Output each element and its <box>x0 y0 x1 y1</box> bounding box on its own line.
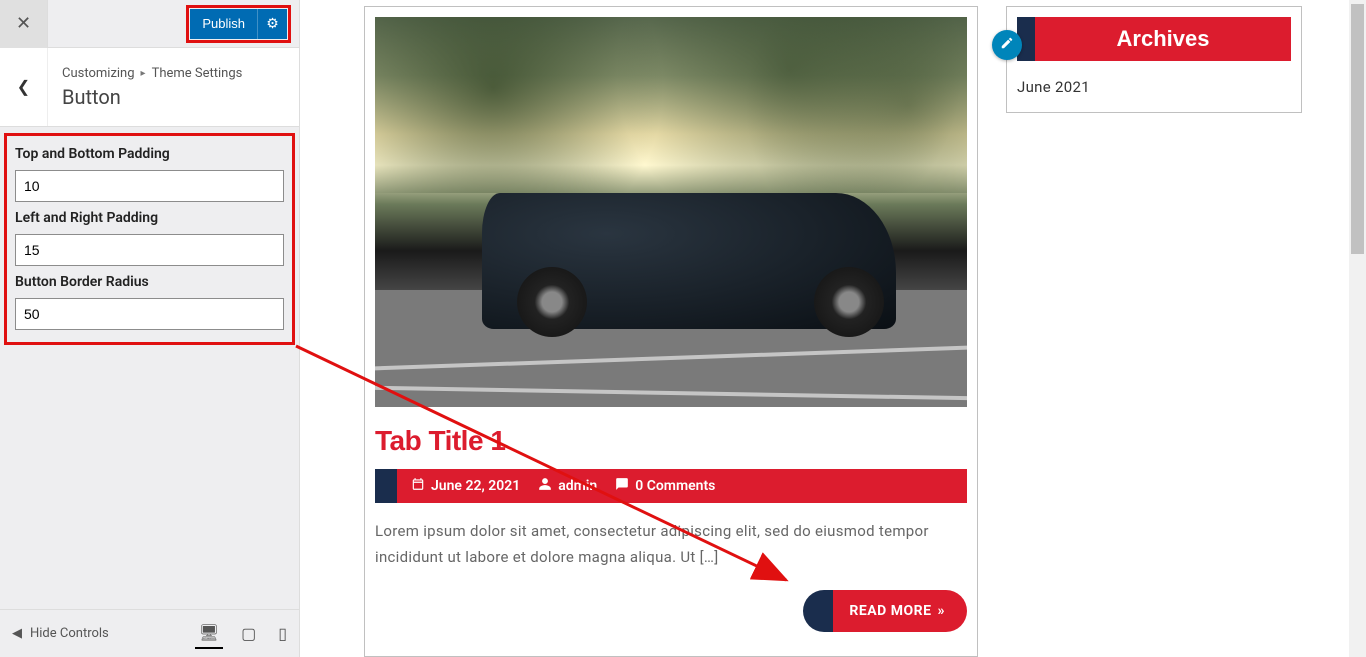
chevron-left-icon: ❮ <box>17 77 30 97</box>
post-card: Tab Title 1 June 22, 2021 <box>364 6 978 657</box>
scrollbar-track[interactable] <box>1349 0 1366 657</box>
publish-button[interactable]: Publish <box>190 9 257 39</box>
read-more-label: READ MORE <box>849 603 931 619</box>
input-border-radius[interactable] <box>15 298 284 330</box>
breadcrumb-text: Customizing ▸ Theme Settings Button <box>48 56 299 119</box>
sidebar-footer: ◀ Hide Controls 🖥 ▢ ▯ <box>0 609 299 657</box>
gear-icon: ⚙ <box>266 15 279 32</box>
breadcrumb-section: Theme Settings <box>152 66 243 81</box>
field-label-top-bottom-padding: Top and Bottom Padding <box>15 146 284 162</box>
device-mobile-button[interactable]: ▯ <box>274 620 291 648</box>
post-featured-image[interactable] <box>375 17 967 407</box>
tablet-icon: ▢ <box>241 626 256 643</box>
post-date[interactable]: June 22, 2021 <box>411 477 520 495</box>
controls-highlight-annotation: Top and Bottom Padding Left and Right Pa… <box>4 133 295 345</box>
section-title: Button <box>62 85 285 109</box>
widget-title: Archives <box>1035 17 1291 61</box>
publish-settings-button[interactable]: ⚙ <box>257 9 287 39</box>
edit-widget-button[interactable] <box>992 30 1022 60</box>
input-top-bottom-padding[interactable] <box>15 170 284 202</box>
customizer-sidebar: ✕ Publish ⚙ ❮ Customizing ▸ Theme Settin… <box>0 0 300 657</box>
close-customizer-button[interactable]: ✕ <box>0 0 48 48</box>
collapse-icon: ◀ <box>12 626 22 641</box>
back-button[interactable]: ❮ <box>0 48 48 126</box>
post-title[interactable]: Tab Title 1 <box>375 425 967 457</box>
chevron-right-icon: ▸ <box>141 68 146 79</box>
sidebar-top-bar: ✕ Publish ⚙ <box>0 0 299 48</box>
device-desktop-button[interactable]: 🖥 <box>195 619 223 649</box>
publish-highlight-annotation: Publish ⚙ <box>186 5 291 43</box>
sidebar-widgets: Archives June 2021 <box>1006 6 1302 657</box>
read-more-button[interactable]: READ MORE » <box>803 590 967 632</box>
breadcrumb-root: Customizing <box>62 66 135 81</box>
comments-icon <box>615 477 629 495</box>
hide-controls-label: Hide Controls <box>30 626 109 641</box>
field-label-border-radius: Button Border Radius <box>15 274 284 290</box>
user-icon <box>538 477 552 495</box>
field-label-left-right-padding: Left and Right Padding <box>15 210 284 226</box>
archive-link[interactable]: June 2021 <box>1017 78 1090 96</box>
device-tablet-button[interactable]: ▢ <box>237 620 260 648</box>
hide-controls-button[interactable]: ◀ Hide Controls <box>12 626 109 641</box>
archives-widget: Archives June 2021 <box>1006 6 1302 113</box>
pencil-icon <box>1000 36 1014 54</box>
scrollbar-thumb[interactable] <box>1351 4 1364 254</box>
post-comments[interactable]: 0 Comments <box>615 477 715 495</box>
meta-accent-strip <box>375 469 397 503</box>
post-excerpt: Lorem ipsum dolor sit amet, consectetur … <box>375 519 967 570</box>
calendar-icon <box>411 477 425 495</box>
breadcrumb-row: ❮ Customizing ▸ Theme Settings Button <box>0 48 299 127</box>
input-left-right-padding[interactable] <box>15 234 284 266</box>
chevron-double-right-icon: » <box>938 603 946 619</box>
preview-pane: Tab Title 1 June 22, 2021 <box>300 0 1366 657</box>
post-author[interactable]: admin <box>538 477 597 495</box>
mobile-icon: ▯ <box>278 626 287 643</box>
close-icon: ✕ <box>16 13 31 34</box>
desktop-icon: 🖥 <box>199 625 219 642</box>
post-meta-bar: June 22, 2021 admin <box>375 469 967 503</box>
read-more-accent-strip <box>803 590 833 632</box>
